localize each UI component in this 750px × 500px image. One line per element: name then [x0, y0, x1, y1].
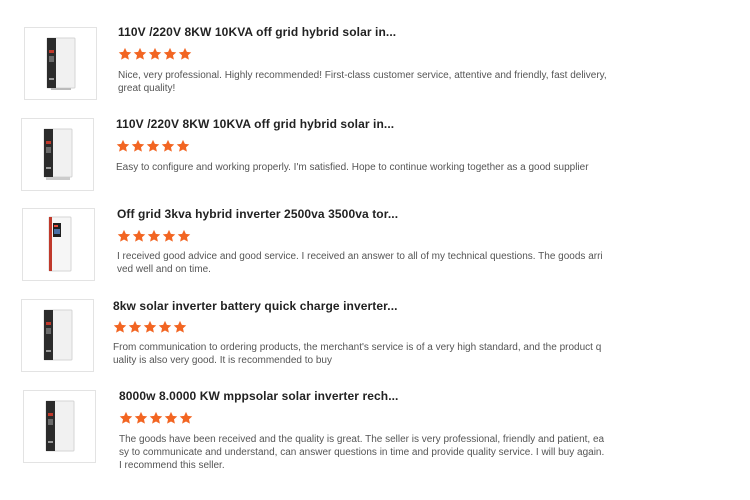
star-icon [134, 411, 148, 424]
review-comment: Easy to configure and working properly. … [116, 162, 589, 173]
inverter-product-icon [46, 37, 75, 90]
product-title[interactable]: 8000w 8.0000 KW mppsolar solar inverter … [119, 389, 399, 403]
product-title[interactable]: 8kw solar inverter battery quick charge … [113, 299, 398, 313]
star-icon [118, 47, 132, 60]
star-icon [132, 229, 146, 242]
inverter-product-icon [43, 309, 72, 360]
product-thumbnail[interactable] [21, 299, 94, 372]
star-icon [143, 320, 157, 333]
star-icon [161, 139, 175, 152]
review-comment: I received good advice and good service.… [117, 251, 603, 275]
product-title[interactable]: Off grid 3kva hybrid inverter 2500va 350… [117, 207, 398, 221]
star-icon [128, 320, 142, 333]
star-icon [133, 47, 147, 60]
product-title[interactable]: 110V /220V 8KW 10KVA off grid hybrid sol… [118, 25, 396, 39]
star-rating [118, 47, 192, 61]
star-icon [164, 411, 178, 424]
star-icon [149, 411, 163, 424]
star-icon [158, 320, 172, 333]
review-comment: Nice, very professional. Highly recommen… [118, 70, 607, 94]
star-icon [162, 229, 176, 242]
star-icon [178, 47, 192, 60]
star-rating [117, 229, 191, 243]
star-rating [116, 139, 190, 153]
star-icon [148, 47, 162, 60]
product-thumbnail[interactable] [23, 390, 96, 463]
star-icon [176, 139, 190, 152]
star-icon [119, 411, 133, 424]
star-icon [177, 229, 191, 242]
star-icon [117, 229, 131, 242]
star-icon [146, 139, 160, 152]
inverter-product-icon [48, 216, 71, 271]
star-icon [163, 47, 177, 60]
inverter-product-icon [45, 400, 74, 451]
inverter-product-icon [43, 128, 72, 180]
star-icon [179, 411, 193, 424]
star-icon [147, 229, 161, 242]
star-rating [113, 320, 187, 334]
star-icon [173, 320, 187, 333]
product-thumbnail[interactable] [22, 208, 95, 281]
review-comment: The goods have been received and the qua… [119, 434, 605, 471]
star-icon [113, 320, 127, 333]
star-icon [116, 139, 130, 152]
review-comment: From communication to ordering products,… [113, 342, 602, 366]
product-thumbnail[interactable] [24, 27, 97, 100]
star-icon [131, 139, 145, 152]
product-thumbnail[interactable] [21, 118, 94, 191]
star-rating [119, 411, 193, 425]
product-title[interactable]: 110V /220V 8KW 10KVA off grid hybrid sol… [116, 117, 394, 131]
